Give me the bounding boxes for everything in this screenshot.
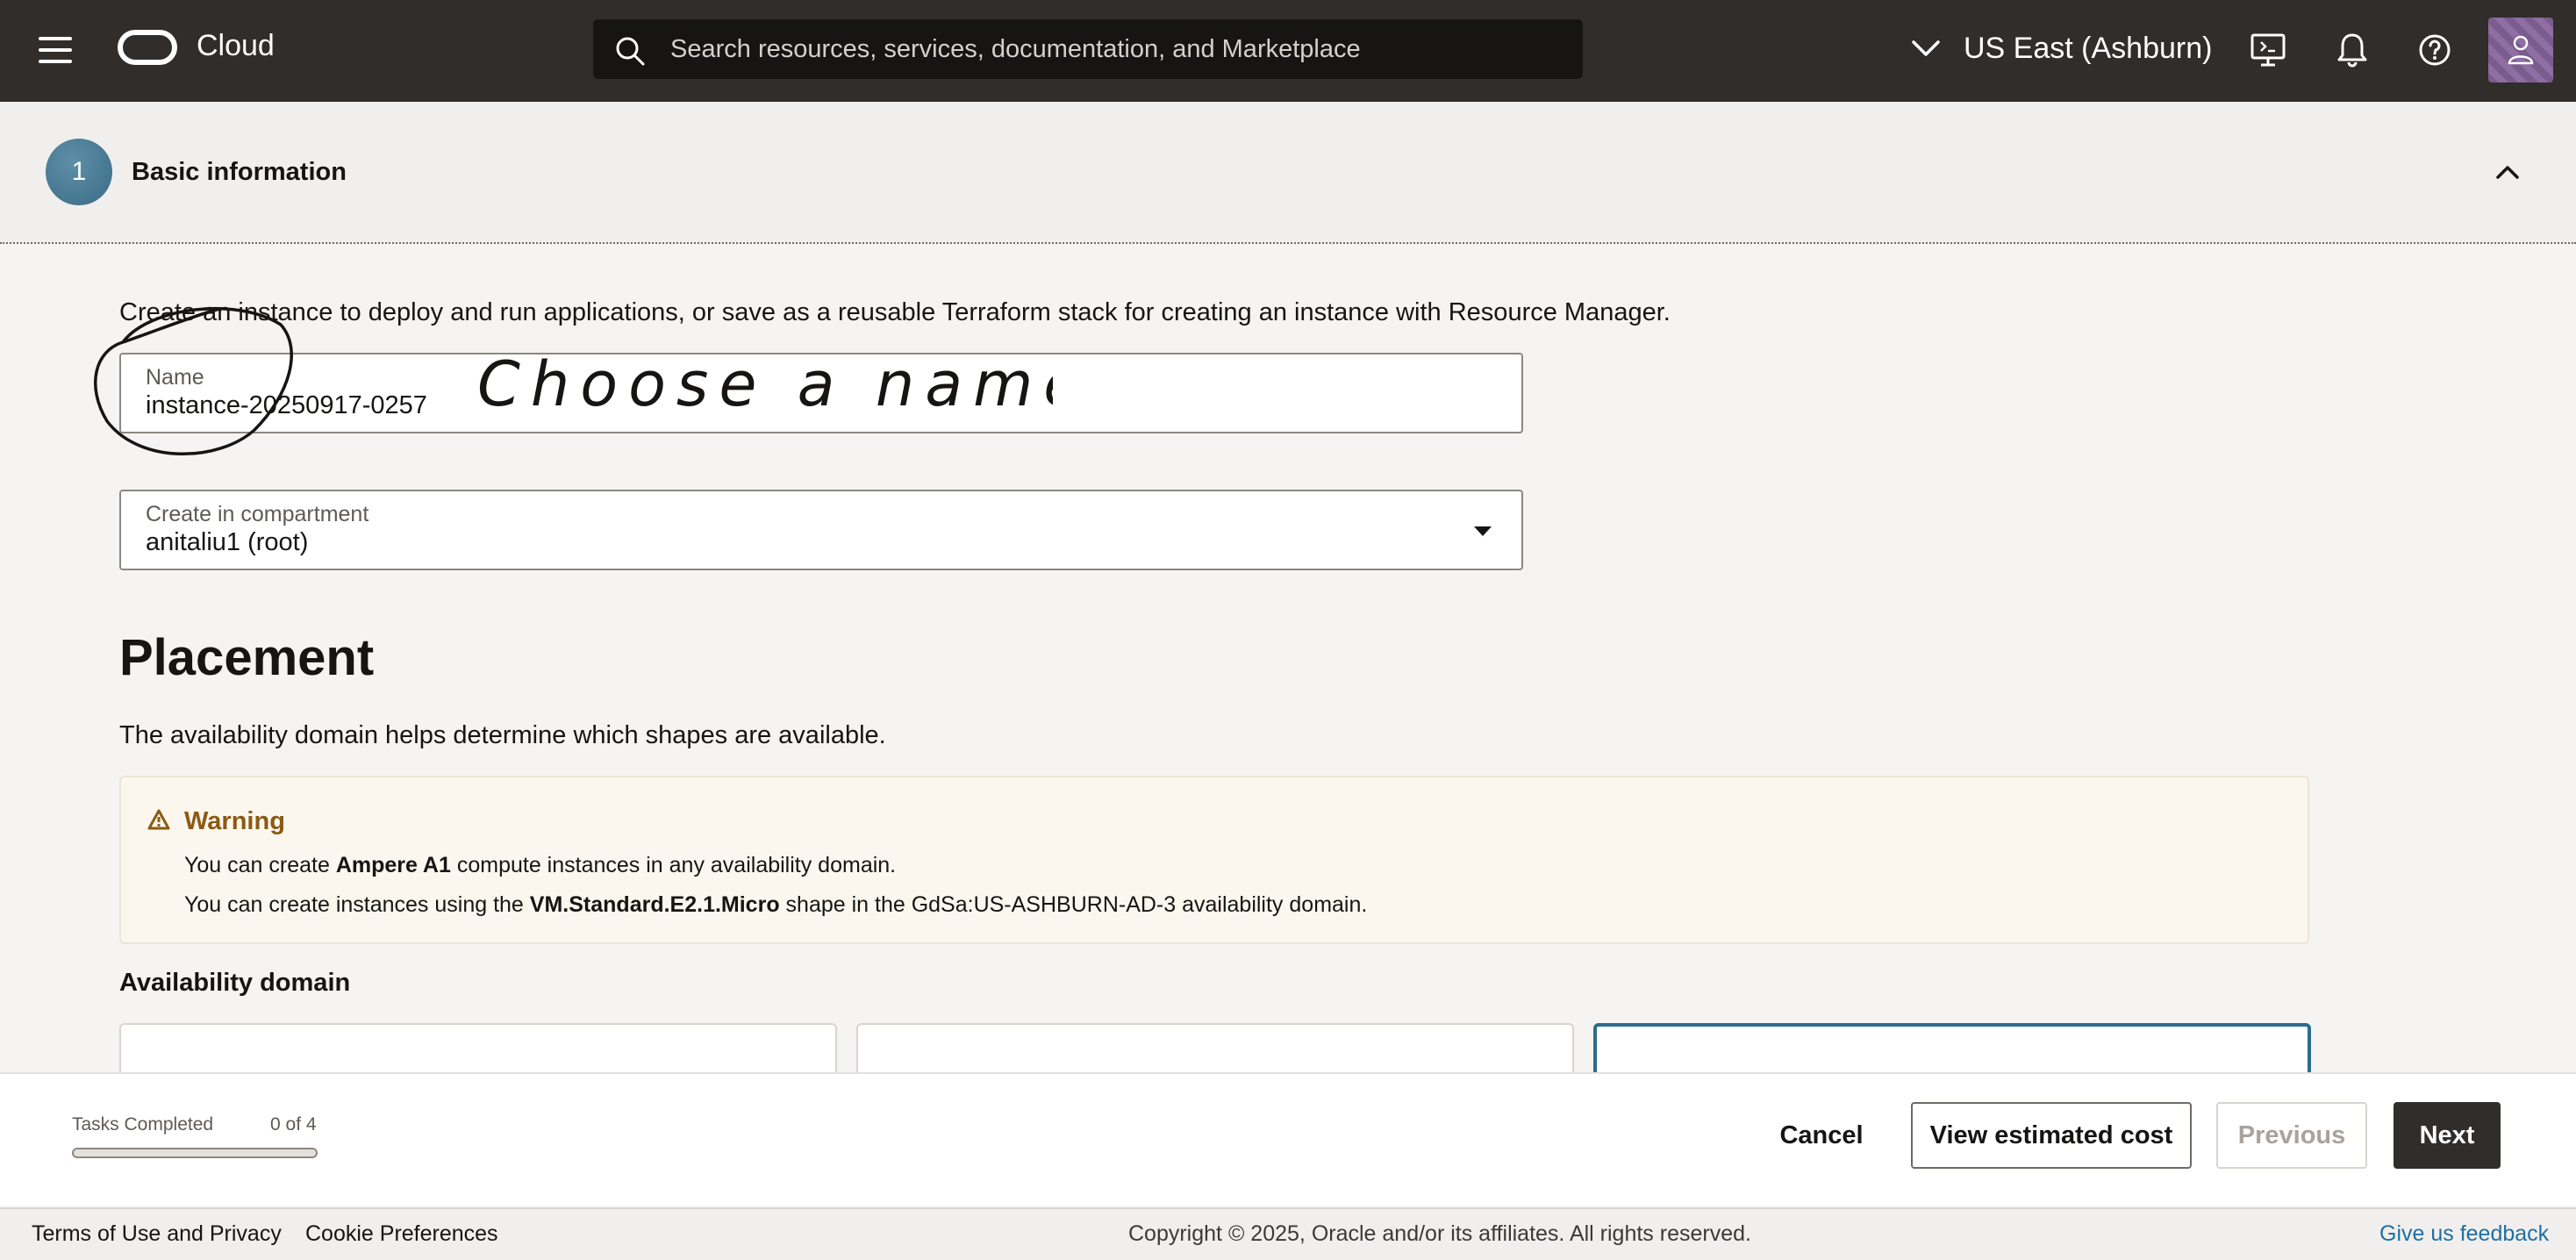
placement-title: Placement: [119, 629, 375, 686]
availability-domain-card-2[interactable]: [856, 1023, 1574, 1076]
compartment-select[interactable]: Create in compartment anitaliu1 (root): [119, 490, 1523, 570]
top-navigation-bar: Cloud Search resources, services, docume…: [0, 0, 2576, 102]
compartment-label: Create in compartment: [146, 502, 369, 526]
section-title: Basic information: [132, 158, 347, 186]
warning-banner: Warning You can create Ampere A1 compute…: [119, 776, 2309, 944]
warning-line-2-suffix: shape in the GdSa:US-ASHBURN-AD-3 availa…: [779, 892, 1368, 917]
copyright-text: Copyright © 2025, Oracle and/or its affi…: [1128, 1221, 1751, 1246]
caret-down-icon[interactable]: [1474, 526, 1492, 536]
basic-information-header[interactable]: 1 Basic information: [0, 102, 2576, 244]
annotation-text: Choose a name: [477, 348, 1053, 420]
warning-line-1-suffix: compute instances in any availability do…: [450, 853, 897, 877]
user-icon: [2508, 35, 2534, 65]
warning-line-1: You can create Ampere A1 compute instanc…: [184, 853, 896, 878]
placement-description: The availability domain helps determine …: [119, 721, 886, 749]
cookie-preferences-link[interactable]: Cookie Preferences: [305, 1221, 498, 1247]
search-icon: [616, 37, 645, 66]
bell-icon[interactable]: [2332, 30, 2372, 70]
search-input[interactable]: Search resources, services, documentatio…: [593, 19, 1583, 79]
warning-line-2: You can create instances using the VM.St…: [184, 892, 1367, 918]
handwritten-annotation: Choose a name: [94, 306, 1053, 456]
chevron-down-icon: [1912, 40, 1940, 56]
warning-line-2-bold: VM.Standard.E2.1.Micro: [529, 892, 780, 917]
view-estimated-cost-button[interactable]: View estimated cost: [1911, 1102, 2192, 1169]
search-placeholder: Search resources, services, documentatio…: [670, 35, 1361, 63]
compartment-value: anitaliu1 (root): [146, 528, 309, 556]
warning-line-1-prefix: You can create: [184, 853, 336, 877]
cloud-shell-icon[interactable]: [2248, 30, 2288, 70]
availability-domain-label: Availability domain: [119, 969, 351, 997]
tasks-progress-bar: [72, 1148, 318, 1158]
previous-button[interactable]: Previous: [2216, 1102, 2367, 1169]
cancel-button[interactable]: Cancel: [1769, 1102, 1874, 1169]
page-footer: Terms of Use and Privacy Cookie Preferen…: [0, 1207, 2576, 1260]
wizard-action-bar: Tasks Completed 0 of 4 Cancel View estim…: [0, 1072, 2576, 1206]
tasks-count: 0 of 4: [270, 1114, 317, 1135]
warning-icon: [147, 809, 170, 830]
warning-line-1-bold: Ampere A1: [335, 853, 451, 877]
oracle-logo-icon[interactable]: [118, 30, 177, 65]
step-badge: 1: [46, 139, 112, 205]
terms-link[interactable]: Terms of Use and Privacy: [32, 1221, 282, 1247]
help-icon[interactable]: [2415, 30, 2455, 70]
region-label: US East (Ashburn): [1964, 32, 2213, 65]
availability-domain-card-3[interactable]: [1593, 1023, 2311, 1076]
chevron-up-icon[interactable]: [2490, 154, 2525, 190]
avatar[interactable]: [2488, 18, 2553, 82]
warning-line-2-prefix: You can create instances using the: [184, 892, 530, 917]
warning-title: Warning: [184, 807, 285, 835]
tasks-label: Tasks Completed: [72, 1114, 214, 1135]
brand-name[interactable]: Cloud: [197, 29, 275, 63]
menu-icon[interactable]: [39, 37, 72, 63]
feedback-link[interactable]: Give us feedback: [2379, 1221, 2549, 1247]
availability-domain-card-1[interactable]: [119, 1023, 837, 1076]
next-button[interactable]: Next: [2394, 1102, 2501, 1169]
